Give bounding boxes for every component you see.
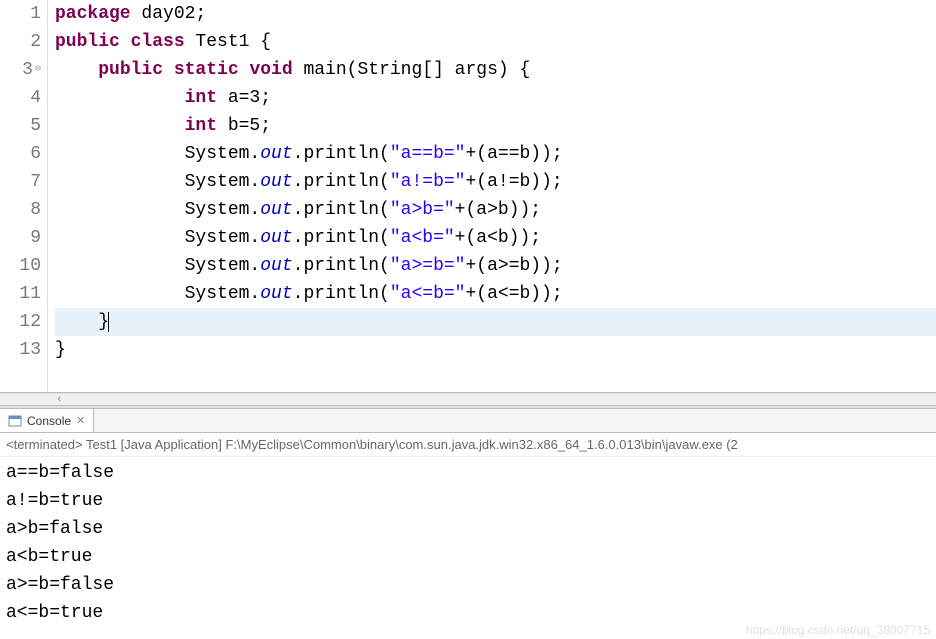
line-number: 3⊖ [0,56,41,84]
console-tab[interactable]: Console ✕ [0,409,94,432]
line-number: 9 [0,224,41,252]
horizontal-scrollbar[interactable]: ‹ [0,393,936,405]
code-line[interactable]: int a=3; [55,84,936,112]
code-line[interactable]: System.out.println("a>b="+(a>b)); [55,196,936,224]
console-tab-label: Console [27,414,71,428]
console-panel: Console ✕ <terminated> Test1 [Java Appli… [0,409,936,639]
code-line[interactable]: System.out.println("a!=b="+(a!=b)); [55,168,936,196]
scroll-left-icon[interactable]: ‹ [56,394,63,406]
code-line[interactable]: System.out.println("a>=b="+(a>=b)); [55,252,936,280]
text-cursor [108,312,109,332]
close-icon[interactable]: ✕ [76,414,85,427]
line-number: 10 [0,252,41,280]
console-line: a==b=false [6,459,930,487]
watermark: https://blog.csdn.net/qq_38007715 [746,623,930,637]
console-tab-bar: Console ✕ [0,409,936,433]
code-line[interactable]: System.out.println("a<b="+(a<b)); [55,224,936,252]
code-line[interactable]: package day02; [55,0,936,28]
code-line[interactable]: System.out.println("a<=b="+(a<=b)); [55,280,936,308]
console-line: a>b=false [6,515,930,543]
line-number: 8 [0,196,41,224]
line-number: 11 [0,280,41,308]
line-number: 4 [0,84,41,112]
line-number: 6 [0,140,41,168]
line-number: 1 [0,0,41,28]
line-number-gutter: 123⊖45678910111213 [0,0,48,392]
console-line: a>=b=false [6,571,930,599]
line-number: 12 [0,308,41,336]
line-number: 2 [0,28,41,56]
code-line[interactable]: public static void main(String[] args) { [55,56,936,84]
line-number: 7 [0,168,41,196]
code-line[interactable]: System.out.println("a==b="+(a==b)); [55,140,936,168]
code-line[interactable]: } [55,336,936,364]
code-line[interactable]: public class Test1 { [55,28,936,56]
code-line[interactable]: int b=5; [55,112,936,140]
console-output[interactable]: a==b=falsea!=b=truea>b=falsea<b=truea>=b… [0,457,936,629]
console-line: a!=b=true [6,487,930,515]
line-number: 13 [0,336,41,364]
code-editor[interactable]: 123⊖45678910111213 package day02;public … [0,0,936,393]
console-line: a<b=true [6,543,930,571]
console-icon [8,414,22,428]
console-process-info: <terminated> Test1 [Java Application] F:… [0,433,936,457]
code-content[interactable]: package day02;public class Test1 { publi… [53,0,936,392]
code-line[interactable]: } [55,308,936,336]
line-number: 5 [0,112,41,140]
